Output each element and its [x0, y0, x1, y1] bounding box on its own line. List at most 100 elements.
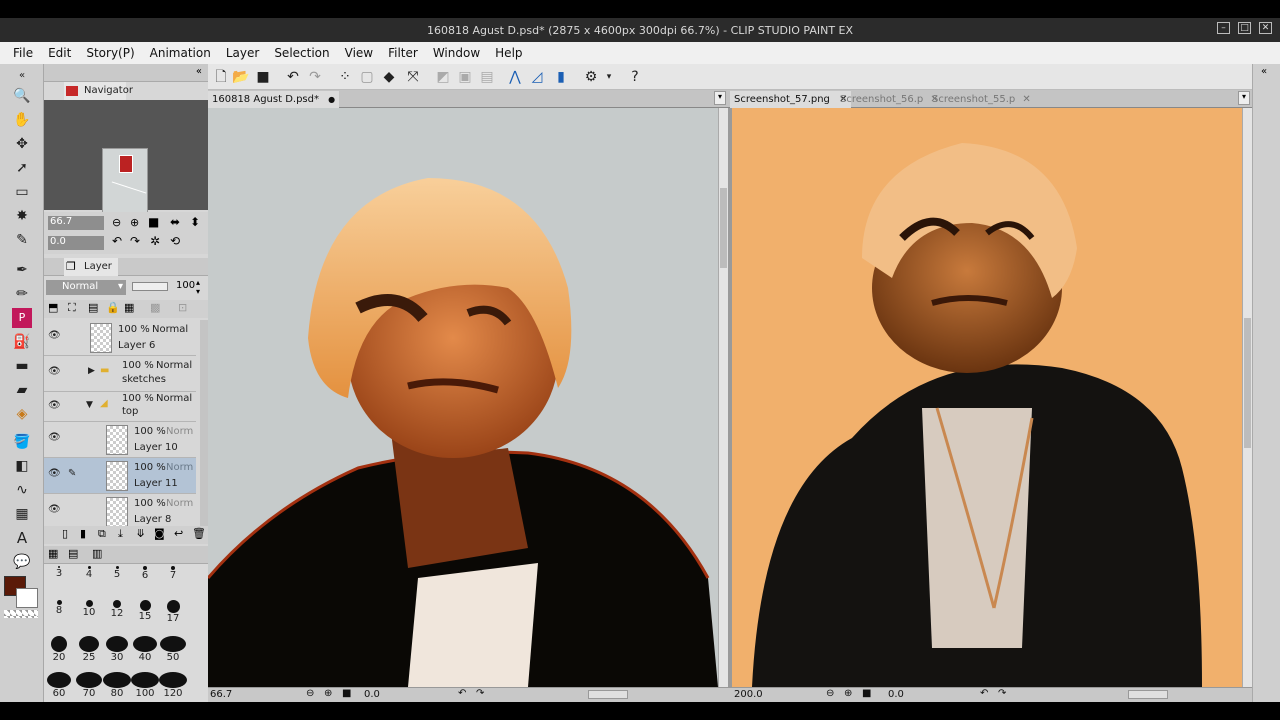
blend-mode-select[interactable]: Normal ▾	[46, 280, 126, 295]
brush-list-icon[interactable]: ▤	[68, 547, 78, 560]
deselect-icon[interactable]: ▢	[358, 68, 376, 86]
fill-tool-icon[interactable]: 🪣	[12, 432, 32, 452]
brush-size-cell[interactable]: 3	[44, 564, 74, 600]
collapse-panel-icon[interactable]: «	[196, 66, 202, 77]
flip-reset-icon[interactable]: ⟲	[170, 234, 180, 248]
minimize-icon[interactable]: –	[1217, 22, 1230, 34]
fit-icon[interactable]: ■	[862, 688, 871, 699]
eye-icon[interactable]: 👁	[48, 468, 61, 479]
brush-size-cell[interactable]: 80	[102, 670, 132, 702]
brush-size-cell[interactable]: 50	[158, 634, 188, 670]
new-raster-layer-icon[interactable]: ▯	[62, 527, 68, 540]
opacity-value[interactable]: 100	[176, 280, 195, 291]
new-file-icon[interactable]: 🗋	[212, 68, 230, 86]
doc-tab-active[interactable]: Screenshot_57.png ✕	[730, 91, 852, 108]
auto-select-icon[interactable]: ✸	[12, 206, 32, 226]
brush-size-cell[interactable]: 6	[130, 564, 160, 600]
brush-size-cell[interactable]: 120	[158, 670, 188, 702]
navigator-rotation[interactable]: 0.0	[48, 236, 104, 250]
mask-icon[interactable]: ▩	[150, 301, 160, 314]
zoom-in-icon[interactable]: ⊕	[324, 688, 332, 699]
menu-selection[interactable]: Selection	[267, 42, 337, 64]
new-folder-icon[interactable]: ⧉	[98, 527, 106, 541]
brush-size-cell[interactable]: 12	[102, 598, 132, 634]
airbrush-icon[interactable]: ⛽	[12, 332, 32, 352]
outline-icon[interactable]: ▤	[478, 68, 496, 86]
balloon-tool-icon[interactable]: 💬	[12, 552, 32, 572]
zoom-value[interactable]: 200.0	[734, 689, 763, 700]
horizontal-scrollbar[interactable]	[588, 690, 628, 699]
menu-help[interactable]: Help	[488, 42, 530, 64]
layer-row-selected[interactable]: 👁 ✎ 100 % Norm Layer 11	[44, 458, 196, 494]
brush-size-cell[interactable]: 60	[44, 670, 74, 702]
decoration-icon[interactable]: ▬	[12, 356, 32, 376]
zoom-in-icon[interactable]: ⊕	[130, 216, 139, 229]
panel-menu-icon[interactable]: ▾	[1238, 91, 1250, 105]
crop-icon[interactable]: ◩	[434, 68, 452, 86]
brush-size-cell[interactable]: 30	[102, 634, 132, 670]
fill-icon[interactable]: ▣	[456, 68, 474, 86]
tab-dot-icon[interactable]: ●	[328, 95, 335, 104]
figure-tool-icon[interactable]: ∿	[12, 480, 32, 500]
eye-icon[interactable]: 👁	[48, 400, 61, 411]
horizontal-scrollbar[interactable]	[1128, 690, 1168, 699]
gradient-icon[interactable]: ◧	[12, 456, 32, 476]
eye-icon[interactable]: 👁	[48, 432, 61, 443]
brush-size-cell[interactable]: 4	[74, 564, 104, 600]
panel-menu-icon[interactable]: ▾	[714, 91, 726, 105]
rotate-right-icon[interactable]: ↷	[998, 688, 1006, 699]
sub-color-swatch[interactable]	[16, 588, 38, 608]
maximize-icon[interactable]: □	[1238, 22, 1251, 34]
vertical-scrollbar[interactable]	[718, 108, 728, 687]
zoom-out-icon[interactable]: ⊖	[306, 688, 314, 699]
chevron-down-icon[interactable]: ▾	[600, 68, 618, 86]
flip-vertical-icon[interactable]: ⬍	[190, 215, 200, 229]
close-icon[interactable]: ✕	[1259, 22, 1272, 34]
layer-row[interactable]: 👁 100 % Norm Layer 8	[44, 494, 196, 526]
brush-size-cell[interactable]: 8	[44, 598, 74, 634]
navigator-zoom[interactable]: 66.7	[48, 216, 104, 230]
layer-row[interactable]: 👁 100 % Norm Layer 10	[44, 422, 196, 458]
open-file-icon[interactable]: 📂	[232, 68, 250, 86]
doc-tab[interactable]: Screenshot_56.p ✕	[836, 91, 943, 108]
snap-grid-icon[interactable]: ▮	[552, 68, 570, 86]
brush-size-cell[interactable]: 100	[130, 670, 160, 702]
new-vector-layer-icon[interactable]: ▮	[80, 527, 86, 540]
pencil-tool-icon[interactable]: ✏	[12, 284, 32, 304]
selection-tool-icon[interactable]: ▭	[12, 182, 32, 202]
ruler-icon[interactable]: ⊡	[178, 301, 187, 314]
menu-story[interactable]: Story(P)	[79, 42, 142, 64]
rotation-value[interactable]: 0.0	[888, 689, 904, 700]
blend-tool-icon[interactable]: ◈	[12, 404, 32, 424]
chevron-right-icon[interactable]: ▶	[88, 366, 95, 376]
zoom-out-icon[interactable]: ⊖	[826, 688, 834, 699]
layer-row[interactable]: 👁 ▶ ▬ 100 % Normal sketches	[44, 356, 196, 392]
rotate-left-icon[interactable]: ↶	[458, 688, 466, 699]
menu-animation[interactable]: Animation	[143, 42, 219, 64]
layer-scrollbar[interactable]	[200, 320, 208, 526]
lock-transparency-icon[interactable]: ▦	[124, 301, 134, 314]
snap-ruler-icon[interactable]: ⋀	[506, 68, 524, 86]
reference-layer-icon[interactable]: ⛶	[68, 301, 76, 315]
eye-icon[interactable]: 👁	[48, 366, 61, 377]
brush-size-cell[interactable]: 20	[44, 634, 74, 670]
mask-add-icon[interactable]: ◙	[154, 527, 165, 540]
save-icon[interactable]: ■	[254, 68, 272, 86]
menu-view[interactable]: View	[338, 42, 381, 64]
brush-grid-icon[interactable]: ▥	[92, 547, 102, 560]
fit-view-icon[interactable]: ■	[148, 215, 159, 229]
opacity-stepper[interactable]: ▴ ▾	[196, 278, 200, 296]
rotate-left-icon[interactable]: ↶	[112, 234, 122, 248]
menu-layer[interactable]: Layer	[219, 42, 267, 64]
brush-size-cell[interactable]: 25	[74, 634, 104, 670]
menu-file[interactable]: File	[6, 42, 41, 64]
flip-horizontal-icon[interactable]: ⬌	[170, 215, 180, 229]
operation-tool-icon[interactable]: ➚	[12, 158, 32, 178]
combine-icon[interactable]: ⤋	[136, 527, 145, 540]
clear-icon[interactable]: ◆	[380, 68, 398, 86]
chevron-down-icon[interactable]: ▼	[86, 400, 93, 410]
reset-rotation-icon[interactable]: ✲	[150, 234, 160, 248]
reference-canvas[interactable]	[732, 108, 1242, 687]
brush-tool-icon[interactable]: P	[12, 308, 32, 328]
settings-icon[interactable]: ⚙	[582, 68, 600, 86]
